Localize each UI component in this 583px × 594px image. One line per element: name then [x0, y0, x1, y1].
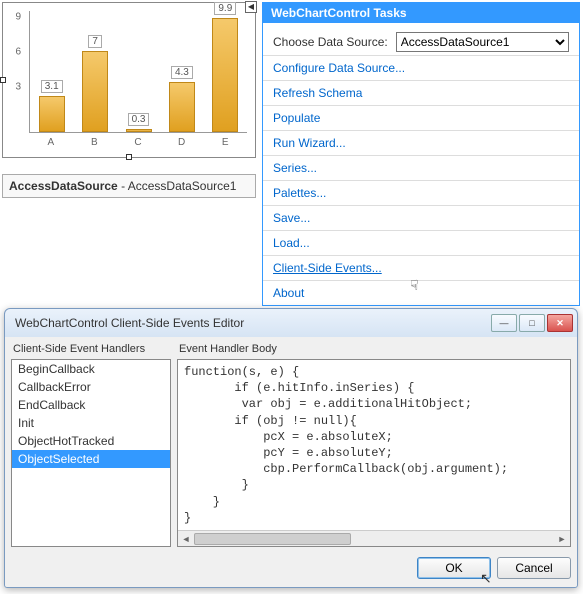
- y-tick: 3: [15, 82, 21, 93]
- y-tick: 9: [15, 12, 21, 23]
- bar-B: 7: [73, 11, 116, 132]
- datasource-type: AccessDataSource: [9, 179, 118, 193]
- y-tick: 6: [15, 47, 21, 58]
- scroll-thumb[interactable]: [194, 533, 351, 545]
- ok-button[interactable]: OK: [417, 557, 491, 579]
- close-button[interactable]: ✕: [547, 314, 573, 332]
- x-axis: ABCDE: [29, 135, 247, 155]
- bar-label: 7: [88, 35, 102, 48]
- bar: [212, 18, 238, 132]
- task-link-populate[interactable]: Populate: [263, 105, 579, 130]
- event-item-ObjectSelected[interactable]: ObjectSelected: [12, 450, 170, 468]
- bar-label: 3.1: [41, 80, 63, 93]
- datasource-sep: -: [121, 179, 128, 193]
- bar: [82, 51, 108, 132]
- choose-datasource-select[interactable]: AccessDataSource1: [396, 32, 569, 52]
- event-item-Init[interactable]: Init: [12, 414, 170, 432]
- choose-datasource-row: Choose Data Source: AccessDataSource1: [263, 29, 579, 55]
- bar-C: 0.3: [117, 11, 160, 132]
- bar-label: 9.9: [214, 2, 236, 15]
- event-item-BeginCallback[interactable]: BeginCallback: [12, 360, 170, 378]
- chart-control[interactable]: ◀ 369 3.170.34.39.9 ABCDE: [2, 2, 256, 158]
- bar: [39, 96, 65, 132]
- scroll-left-arrow[interactable]: ◄: [178, 531, 194, 547]
- x-tick: D: [160, 135, 204, 155]
- scroll-right-arrow[interactable]: ►: [554, 531, 570, 547]
- dialog-titlebar[interactable]: WebChartControl Client-Side Events Edito…: [5, 309, 577, 337]
- task-link-save[interactable]: Save...: [263, 205, 579, 230]
- maximize-button[interactable]: □: [519, 314, 545, 332]
- x-tick: A: [29, 135, 73, 155]
- bar-label: 0.3: [128, 113, 150, 126]
- tasks-panel: WebChartControl Tasks Choose Data Source…: [262, 2, 580, 306]
- bar-E: 9.9: [204, 11, 247, 132]
- task-link-load[interactable]: Load...: [263, 230, 579, 255]
- resize-handle-bottom[interactable]: [126, 154, 132, 160]
- event-body-label: Event Handler Body: [177, 341, 571, 359]
- bar: [126, 129, 152, 132]
- cancel-button[interactable]: Cancel: [497, 557, 571, 579]
- x-tick: B: [73, 135, 117, 155]
- event-item-EndCallback[interactable]: EndCallback: [12, 396, 170, 414]
- task-link-run-wizard[interactable]: Run Wizard...: [263, 130, 579, 155]
- x-tick: C: [116, 135, 160, 155]
- event-handlers-listbox[interactable]: BeginCallbackCallbackErrorEndCallbackIni…: [11, 359, 171, 547]
- bar: [169, 82, 195, 132]
- bar-label: 4.3: [171, 66, 193, 79]
- minimize-button[interactable]: —: [491, 314, 517, 332]
- event-item-CallbackError[interactable]: CallbackError: [12, 378, 170, 396]
- y-axis: 3 6 9: [3, 11, 25, 133]
- tasks-panel-title: WebChartControl Tasks: [263, 3, 579, 23]
- choose-datasource-label: Choose Data Source:: [273, 35, 388, 49]
- event-item-ObjectHotTracked[interactable]: ObjectHotTracked: [12, 432, 170, 450]
- task-link-series[interactable]: Series...: [263, 155, 579, 180]
- dialog-title: WebChartControl Client-Side Events Edito…: [15, 316, 489, 330]
- x-tick: E: [203, 135, 247, 155]
- event-handlers-label: Client-Side Event Handlers: [11, 341, 171, 359]
- bar-A: 3.1: [30, 11, 73, 132]
- event-body-editor[interactable]: function(s, e) { if (e.hitInfo.inSeries)…: [177, 359, 571, 547]
- task-link-configure-data-source[interactable]: Configure Data Source...: [263, 55, 579, 80]
- cursor-hand-icon: ☟: [410, 277, 426, 293]
- task-link-palettes[interactable]: Palettes...: [263, 180, 579, 205]
- datasource-name: AccessDataSource1: [128, 179, 237, 193]
- chart-plot: 3.1 7 0.3 4.3 9.9: [29, 11, 247, 133]
- datasource-control[interactable]: AccessDataSource - AccessDataSource1: [2, 174, 256, 198]
- bar-D: 4.3: [160, 11, 203, 132]
- events-editor-dialog: WebChartControl Client-Side Events Edito…: [4, 308, 578, 588]
- task-link-refresh-schema[interactable]: Refresh Schema: [263, 80, 579, 105]
- resize-handle-left[interactable]: [0, 77, 6, 83]
- horizontal-scrollbar[interactable]: ◄ ►: [178, 530, 570, 546]
- event-body-code[interactable]: function(s, e) { if (e.hitInfo.inSeries)…: [178, 360, 570, 530]
